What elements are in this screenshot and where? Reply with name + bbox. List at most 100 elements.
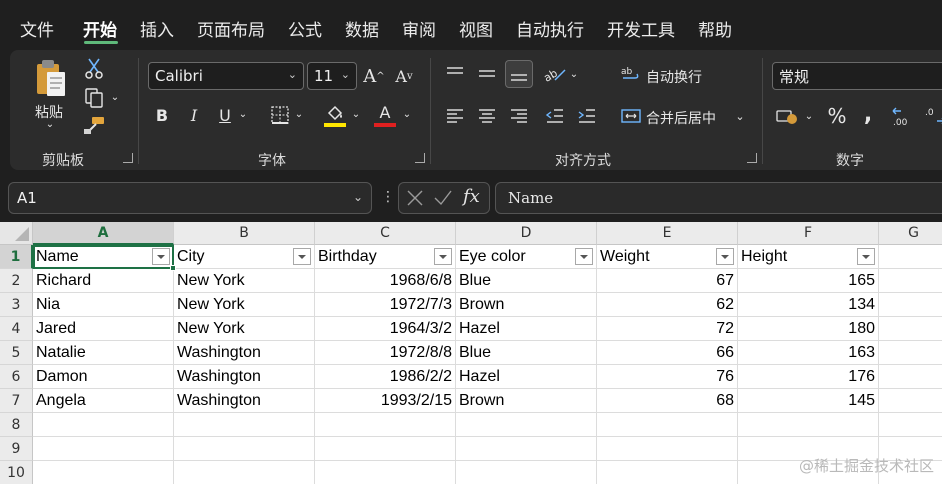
select-all-button[interactable] — [0, 222, 33, 245]
align-top-icon[interactable] — [443, 62, 467, 86]
cell-g8[interactable] — [879, 413, 942, 437]
cell-e8[interactable] — [597, 413, 738, 437]
cell-a6[interactable]: Damon — [33, 365, 174, 389]
cell-e9[interactable] — [597, 437, 738, 461]
column-header-a[interactable]: A — [33, 222, 174, 245]
cell-f3[interactable]: 134 — [738, 293, 879, 317]
cell-c2[interactable]: 1968/6/8 — [315, 269, 456, 293]
cell-c5[interactable]: 1972/8/8 — [315, 341, 456, 365]
wrap-text-icon[interactable]: ab — [620, 62, 642, 86]
align-middle-icon[interactable] — [475, 62, 499, 86]
row-header-6[interactable]: 6 — [0, 365, 33, 389]
cell-b6[interactable]: Washington — [174, 365, 315, 389]
align-right-icon[interactable] — [507, 104, 531, 128]
cell-d10[interactable] — [456, 461, 597, 484]
tab-help[interactable]: 帮助 — [698, 16, 732, 41]
column-header-f[interactable]: F — [738, 222, 879, 245]
merge-center-icon[interactable] — [620, 104, 642, 128]
increase-decimal-icon[interactable]: .00 — [890, 102, 918, 130]
tab-home[interactable]: 开始 — [83, 16, 117, 41]
cell-a9[interactable] — [33, 437, 174, 461]
cancel-icon[interactable] — [406, 188, 424, 212]
spreadsheet-grid[interactable]: A B C D E F G 1 Name City Birthday Eye color Weight H… — [0, 222, 942, 484]
cell-c1[interactable]: Birthday — [315, 245, 456, 269]
cell-g4[interactable] — [879, 317, 942, 341]
row-header-9[interactable]: 9 — [0, 437, 33, 461]
column-header-c[interactable]: C — [315, 222, 456, 245]
percent-icon[interactable]: % — [824, 102, 850, 130]
align-left-icon[interactable] — [443, 104, 467, 128]
merge-center-button[interactable]: 合并后居中 — [646, 108, 716, 128]
cell-b1[interactable]: City — [174, 245, 315, 269]
filter-dropdown-icon[interactable] — [857, 248, 875, 265]
cell-a1[interactable]: Name — [33, 245, 174, 269]
insert-function-icon[interactable]: fx — [463, 186, 480, 207]
font-launcher-icon[interactable] — [415, 153, 425, 163]
cell-b10[interactable] — [174, 461, 315, 484]
cell-d1[interactable]: Eye color — [456, 245, 597, 269]
wrap-text-button[interactable]: 自动换行 — [646, 67, 702, 87]
enter-icon[interactable] — [433, 188, 453, 212]
decrease-decimal-icon[interactable]: .0 — [922, 102, 942, 130]
cell-a8[interactable] — [33, 413, 174, 437]
cell-c10[interactable] — [315, 461, 456, 484]
copy-icon[interactable] — [82, 86, 106, 110]
borders-icon[interactable] — [268, 102, 292, 128]
cell-d8[interactable] — [456, 413, 597, 437]
cell-b7[interactable]: Washington — [174, 389, 315, 413]
tab-review[interactable]: 审阅 — [402, 16, 436, 41]
cell-c4[interactable]: 1964/3/2 — [315, 317, 456, 341]
paste-icon[interactable] — [30, 56, 70, 100]
orientation-icon[interactable]: ab — [541, 62, 569, 86]
cell-a10[interactable] — [33, 461, 174, 484]
number-format-select[interactable]: 常规 — [772, 62, 942, 90]
cell-f2[interactable]: 165 — [738, 269, 879, 293]
cell-d7[interactable]: Brown — [456, 389, 597, 413]
fill-color-icon[interactable] — [322, 100, 348, 130]
cell-c9[interactable] — [315, 437, 456, 461]
font-color-icon[interactable]: A — [372, 100, 398, 130]
cell-a4[interactable]: Jared — [33, 317, 174, 341]
cell-d4[interactable]: Hazel — [456, 317, 597, 341]
cell-d2[interactable]: Blue — [456, 269, 597, 293]
filter-dropdown-icon[interactable] — [293, 248, 311, 265]
cell-f6[interactable]: 176 — [738, 365, 879, 389]
row-header-2[interactable]: 2 — [0, 269, 33, 293]
decrease-indent-icon[interactable] — [543, 104, 567, 128]
underline-chevron-icon[interactable]: ⌄ — [237, 106, 249, 122]
copy-chevron-icon[interactable]: ⌄ — [109, 90, 121, 104]
tab-automate[interactable]: 自动执行 — [516, 16, 584, 41]
cell-c3[interactable]: 1972/7/3 — [315, 293, 456, 317]
cell-e4[interactable]: 72 — [597, 317, 738, 341]
column-header-d[interactable]: D — [456, 222, 597, 245]
cell-b5[interactable]: Washington — [174, 341, 315, 365]
cell-e1[interactable]: Weight — [597, 245, 738, 269]
cell-d5[interactable]: Blue — [456, 341, 597, 365]
accounting-chevron-icon[interactable]: ⌄ — [803, 108, 815, 124]
filter-dropdown-icon[interactable] — [716, 248, 734, 265]
bold-icon[interactable]: B — [150, 102, 174, 128]
filter-dropdown-icon[interactable] — [575, 248, 593, 265]
cell-b9[interactable] — [174, 437, 315, 461]
cell-g5[interactable] — [879, 341, 942, 365]
tab-insert[interactable]: 插入 — [140, 16, 174, 41]
cell-d3[interactable]: Brown — [456, 293, 597, 317]
cell-e3[interactable]: 62 — [597, 293, 738, 317]
clipboard-launcher-icon[interactable] — [123, 153, 133, 163]
row-header-10[interactable]: 10 — [0, 461, 33, 484]
filter-dropdown-icon[interactable] — [434, 248, 452, 265]
orientation-chevron-icon[interactable]: ⌄ — [568, 66, 580, 82]
row-header-4[interactable]: 4 — [0, 317, 33, 341]
accounting-format-icon[interactable] — [774, 104, 800, 128]
comma-style-icon[interactable]: , — [858, 100, 878, 128]
font-size-select[interactable]: 11 ⌄ — [307, 62, 357, 90]
cell-c6[interactable]: 1986/2/2 — [315, 365, 456, 389]
cell-f4[interactable]: 180 — [738, 317, 879, 341]
tab-data[interactable]: 数据 — [345, 16, 379, 41]
cell-b8[interactable] — [174, 413, 315, 437]
cell-a2[interactable]: Richard — [33, 269, 174, 293]
underline-icon[interactable]: U — [213, 102, 237, 128]
increase-font-icon[interactable]: A ^ — [361, 62, 387, 90]
font-name-select[interactable]: Calibri ⌄ — [148, 62, 304, 90]
column-header-e[interactable]: E — [597, 222, 738, 245]
